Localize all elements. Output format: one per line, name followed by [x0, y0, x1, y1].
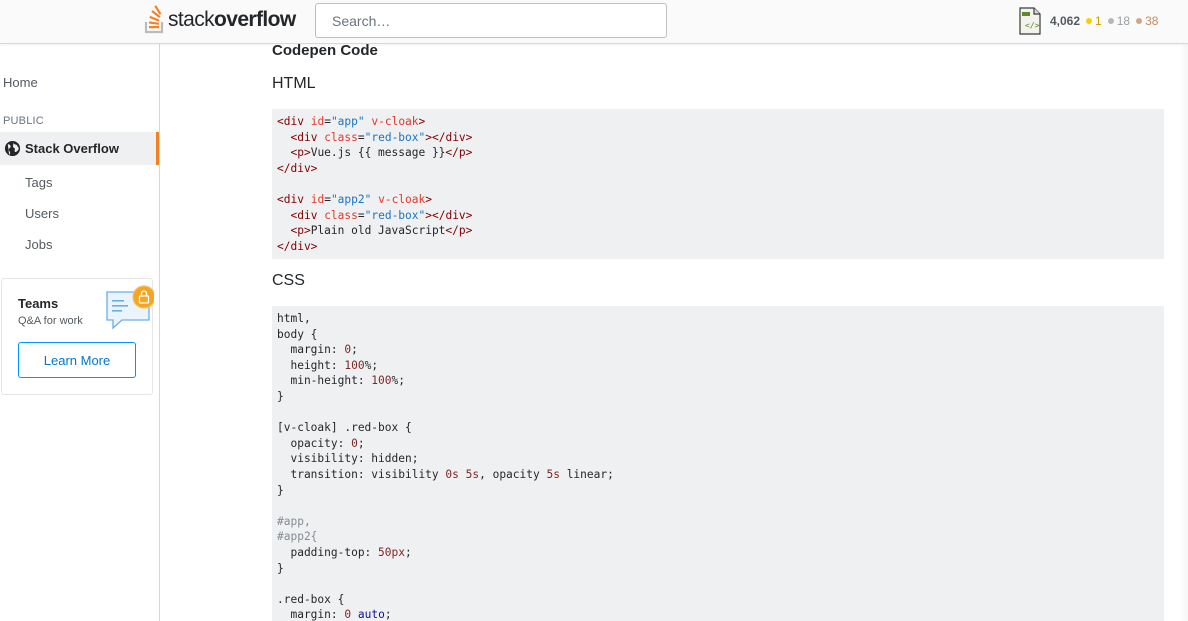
silver-badge-icon — [1107, 18, 1114, 24]
sidebar-item-tags[interactable]: Tags — [25, 175, 52, 190]
sidebar-item-home[interactable]: Home — [3, 75, 38, 90]
sidebar-item-stack-overflow[interactable]: Stack Overflow — [0, 132, 159, 165]
teams-subtitle: Q&A for work — [18, 315, 83, 327]
stackoverflow-logo[interactable]: stackoverflow — [144, 3, 296, 35]
gold-badge-icon — [1086, 18, 1093, 24]
css-section-heading: CSS — [272, 272, 305, 289]
svg-text:</>: </> — [1025, 21, 1040, 30]
sidebar-item-jobs[interactable]: Jobs — [25, 237, 52, 252]
html-code-block[interactable]: <div id="app" v-cloak> <div class="red-b… — [272, 109, 1164, 259]
gold-badge-count: 1 — [1086, 14, 1102, 28]
top-bar: stackoverflow </> 4,062 1 18 38 — [0, 0, 1188, 44]
sidebar-section-public: PUBLIC — [3, 115, 44, 127]
avatar[interactable]: </> — [1018, 7, 1042, 35]
silver-badge-count: 18 — [1107, 14, 1130, 28]
teams-promo: Teams Q&A for work Learn More — [1, 278, 154, 395]
sidebar-item-label: Stack Overflow — [25, 141, 119, 156]
html-section-heading: HTML — [272, 75, 316, 92]
logo-text: stackoverflow — [168, 7, 296, 31]
search-input[interactable] — [315, 3, 667, 38]
sidebar-item-users[interactable]: Users — [25, 206, 59, 221]
globe-icon — [4, 140, 21, 157]
right-gutter — [1180, 44, 1188, 621]
user-card[interactable]: </> 4,062 1 18 38 — [1018, 7, 1164, 35]
css-code-block[interactable]: html, body { margin: 0; height: 100%; mi… — [272, 306, 1164, 621]
bronze-badge-icon — [1136, 18, 1143, 24]
reputation-count: 4,062 — [1050, 14, 1081, 28]
teams-title: Teams — [18, 296, 59, 311]
learn-more-button[interactable]: Learn More — [18, 342, 136, 378]
stack-logo-icon — [144, 5, 164, 34]
bronze-badge-count: 38 — [1136, 14, 1158, 28]
teams-chat-lock-icon — [106, 285, 154, 330]
left-sidebar: Home PUBLIC Stack Overflow Tags Users Jo… — [0, 44, 160, 621]
codepen-heading: Codepen Code — [272, 42, 378, 59]
